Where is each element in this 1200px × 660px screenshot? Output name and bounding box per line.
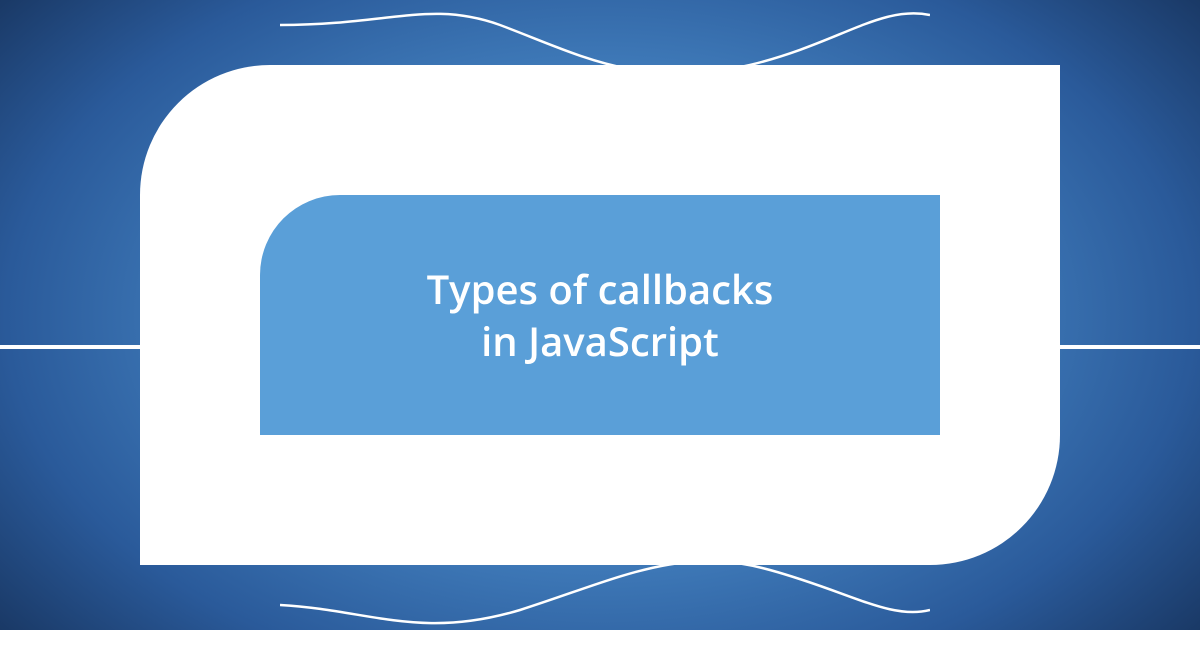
title-panel: Types of callbacks in JavaScript [260, 195, 940, 435]
title-line-1: Types of callbacks [427, 263, 774, 315]
title-heading: Types of callbacks in JavaScript [427, 263, 774, 367]
title-line-2: in JavaScript [427, 315, 774, 367]
